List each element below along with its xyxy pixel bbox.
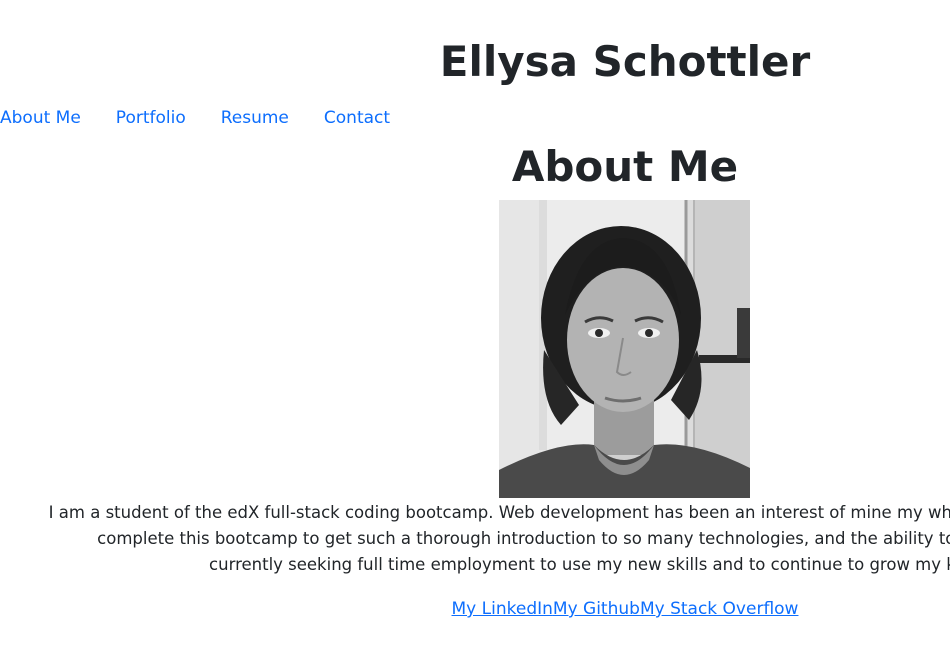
main-nav: About Me Portfolio Resume Contact — [0, 106, 390, 130]
nav-link-about-me[interactable]: About Me — [0, 106, 81, 130]
profile-photo — [499, 200, 750, 498]
github-link[interactable]: My Github — [553, 599, 640, 619]
bio-paragraph: I am a student of the edX full-stack cod… — [0, 500, 950, 578]
site-title: Ellysa Schottler — [439, 37, 811, 86]
nav-link-portfolio[interactable]: Portfolio — [116, 106, 186, 130]
bio-line-2: complete this bootcamp to get such a tho… — [97, 529, 950, 548]
nav-link-resume[interactable]: Resume — [221, 106, 289, 130]
bio-line-3: currently seeking full time employment t… — [209, 555, 950, 574]
bio-line-1: I am a student of the edX full-stack cod… — [48, 503, 950, 522]
social-links: My LinkedInMy GithubMy Stack Overflow — [300, 596, 950, 622]
linkedin-link[interactable]: My LinkedIn — [452, 599, 553, 619]
page: Ellysa Schottler About Me Portfolio Resu… — [0, 0, 950, 646]
about-me-heading: About Me — [511, 142, 739, 191]
stack-overflow-link[interactable]: My Stack Overflow — [640, 599, 799, 619]
nav-link-contact[interactable]: Contact — [324, 106, 390, 130]
